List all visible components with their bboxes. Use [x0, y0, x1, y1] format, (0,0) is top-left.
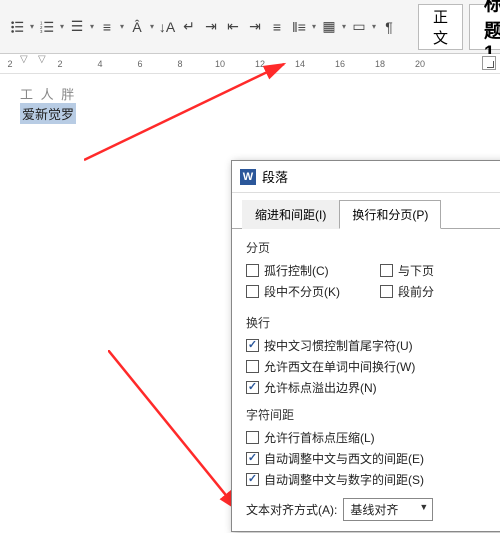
checkbox-icon — [380, 285, 393, 298]
multilevel-icon[interactable]: ☰ — [66, 16, 88, 38]
svg-text:3: 3 — [40, 29, 43, 34]
ruler-number: 2 — [57, 59, 62, 69]
checkbox-cjk-number-spacing[interactable]: 自动调整中文与数字的间距(S) — [246, 471, 500, 488]
ruler-number: 18 — [375, 59, 385, 69]
ruler-number: 2 — [7, 59, 12, 69]
dropdown-icon[interactable]: ▾ — [118, 16, 126, 38]
ruler-number: 10 — [215, 59, 225, 69]
checkbox-icon — [246, 431, 259, 444]
dialog-tabs: 缩进和间距(I) 换行和分页(P) — [232, 193, 500, 228]
text-align-label: 文本对齐方式(A): — [246, 501, 337, 518]
tab-line-page-breaks[interactable]: 换行和分页(P) — [339, 200, 441, 229]
pilcrow-icon[interactable]: ¶ — [378, 16, 400, 38]
outdent-icon[interactable]: ⇤ — [222, 16, 244, 38]
align-left-icon[interactable]: ≡ — [96, 16, 118, 38]
shading-icon[interactable]: ▦ — [318, 16, 340, 38]
style-heading1[interactable]: 标题 1 — [469, 4, 500, 50]
ruler-number: 20 — [415, 59, 425, 69]
section-pagination: 分页 — [246, 239, 500, 256]
ruler-number: 16 — [335, 59, 345, 69]
paragraph-dialog: W 段落 缩进和间距(I) 换行和分页(P) 分页 孤行控制(C) 段中不分页(… — [231, 160, 500, 532]
dialog-title-text: 段落 — [262, 167, 288, 186]
checkbox-checked-icon — [246, 473, 259, 486]
sort-icon[interactable]: ↓A — [156, 16, 178, 38]
checkbox-latin-wrap[interactable]: 允许西文在单词中间换行(W) — [246, 358, 500, 375]
dropdown-icon[interactable]: ▾ — [370, 16, 378, 38]
section-char-spacing: 字符间距 — [246, 406, 500, 423]
dropdown-icon[interactable]: ▾ — [28, 16, 36, 38]
justify-icon[interactable]: ≡ — [266, 16, 288, 38]
doc-line: 工 人 胖 — [20, 84, 480, 103]
formatting-toolbar: ▾ 123▾ ☰▾ ≡▾ Â▾ ↓A ↵ ⇥ ⇤ ⇥ ≡ ‖≡▾ ▦▾ ▭▾ … — [0, 0, 500, 54]
checkbox-checked-icon — [246, 452, 259, 465]
checkbox-keep-lines[interactable]: 段中不分页(K) — [246, 283, 340, 300]
word-app-icon: W — [240, 169, 256, 185]
ruler-number: 14 — [295, 59, 305, 69]
checkbox-icon — [246, 360, 259, 373]
checkbox-checked-icon — [246, 381, 259, 394]
dropdown-icon[interactable]: ▾ — [58, 16, 66, 38]
checkbox-icon — [246, 264, 259, 277]
style-gallery: 正文 标题 1 — [418, 4, 500, 50]
dialog-body: 分页 孤行控制(C) 段中不分页(K) 与下页 段前分 换行 按中文习惯控制首尾… — [232, 228, 500, 531]
section-wrapping: 换行 — [246, 314, 500, 331]
bullets-icon[interactable] — [6, 16, 28, 38]
ruler-number: 12 — [255, 59, 265, 69]
checkbox-icon — [246, 285, 259, 298]
horizontal-ruler[interactable]: ▽ ▽ 2 2 4 6 8 10 12 14 16 18 20 — [0, 54, 500, 74]
checkbox-keep-with-next[interactable]: 与下页 — [380, 262, 434, 279]
paragraph-marks-icon[interactable]: ↵ — [178, 16, 200, 38]
checkbox-label: 孤行控制(C) — [264, 262, 329, 279]
indent-marker-icon[interactable]: ▽ — [38, 54, 46, 65]
checkbox-label: 按中文习惯控制首尾字符(U) — [264, 337, 413, 354]
checkbox-page-break-before[interactable]: 段前分 — [380, 283, 434, 300]
style-normal[interactable]: 正文 — [418, 4, 463, 50]
text-align-select[interactable]: 基线对齐 — [343, 498, 433, 521]
checkbox-icon — [380, 264, 393, 277]
checkbox-label: 与下页 — [398, 262, 434, 279]
checkbox-hanging-punct[interactable]: 允许标点溢出边界(N) — [246, 379, 500, 396]
checkbox-label: 段中不分页(K) — [264, 283, 340, 300]
font-size-icon[interactable]: Â — [126, 16, 148, 38]
indent-marker-icon[interactable]: ▽ — [20, 54, 28, 65]
checkbox-label: 段前分 — [398, 283, 434, 300]
dialog-launcher-icon[interactable] — [482, 56, 496, 70]
checkbox-label: 自动调整中文与数字的间距(S) — [264, 471, 424, 488]
tab-icon[interactable]: ⇥ — [200, 16, 222, 38]
tab-indent-spacing[interactable]: 缩进和间距(I) — [242, 200, 339, 229]
ruler-number: 8 — [177, 59, 182, 69]
numbering-icon[interactable]: 123 — [36, 16, 58, 38]
ruler-number: 4 — [97, 59, 102, 69]
checkbox-label: 自动调整中文与西文的间距(E) — [264, 450, 424, 467]
dialog-titlebar[interactable]: W 段落 — [232, 161, 500, 193]
checkbox-label: 允许西文在单词中间换行(W) — [264, 358, 415, 375]
indent-icon[interactable]: ⇥ — [244, 16, 266, 38]
dropdown-icon[interactable]: ▾ — [88, 16, 96, 38]
ruler-number: 6 — [137, 59, 142, 69]
line-spacing-icon[interactable]: ‖≡ — [288, 16, 310, 38]
dropdown-icon[interactable]: ▾ — [310, 16, 318, 38]
borders-icon[interactable]: ▭ — [348, 16, 370, 38]
checkbox-orphan-control[interactable]: 孤行控制(C) — [246, 262, 340, 279]
checkbox-label: 允许行首标点压缩(L) — [264, 429, 375, 446]
dropdown-icon[interactable]: ▾ — [148, 16, 156, 38]
checkbox-cjk-rules[interactable]: 按中文习惯控制首尾字符(U) — [246, 337, 500, 354]
checkbox-compress-punct[interactable]: 允许行首标点压缩(L) — [246, 429, 500, 446]
checkbox-checked-icon — [246, 339, 259, 352]
doc-line-selected: 爱新觉罗 — [20, 103, 76, 124]
document-area[interactable]: 工 人 胖 爱新觉罗 — [0, 74, 500, 134]
dropdown-icon[interactable]: ▾ — [340, 16, 348, 38]
checkbox-label: 允许标点溢出边界(N) — [264, 379, 377, 396]
checkbox-cjk-latin-spacing[interactable]: 自动调整中文与西文的间距(E) — [246, 450, 500, 467]
